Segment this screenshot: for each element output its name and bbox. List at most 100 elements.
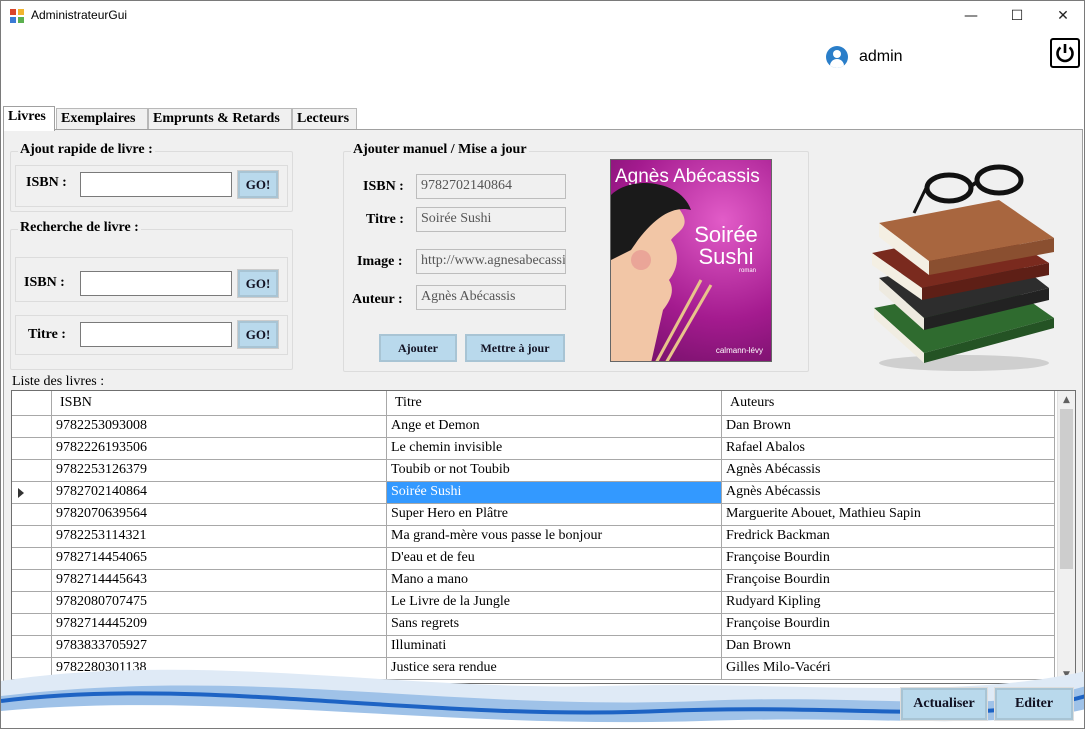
isbn-cell[interactable]: 9782714454065 — [52, 548, 387, 570]
quick-add-isbn-input[interactable] — [80, 172, 232, 197]
table-row[interactable]: 9782253114321 Ma grand-mère vous passe le… — [12, 526, 1055, 548]
window-title: AdministrateurGui — [31, 8, 128, 22]
search-group: Recherche de livre : ISBN : GO! Titre : … — [10, 220, 293, 370]
auteurs-cell[interactable]: Rudyard Kipling — [722, 592, 1055, 614]
search-isbn-go-button[interactable]: GO! — [237, 269, 279, 298]
titre-cell[interactable]: D'eau et de feu — [387, 548, 722, 570]
manual-image-field[interactable]: http://www.agnesabecassis — [416, 249, 566, 274]
search-title: Recherche de livre : — [18, 220, 141, 236]
auteurs-cell[interactable]: Rafael Abalos — [722, 438, 1055, 460]
titre-cell[interactable]: Mano a mano — [387, 570, 722, 592]
row-header-cell[interactable] — [12, 438, 52, 460]
quick-add-isbn-label: ISBN : — [26, 175, 67, 190]
refresh-button[interactable]: Actualiser — [900, 687, 988, 721]
row-header-cell[interactable] — [12, 482, 52, 504]
manual-titre-label: Titre : — [366, 212, 404, 227]
isbn-cell[interactable]: 9782253093008 — [52, 416, 387, 438]
tab-lecteurs[interactable]: Lecteurs — [292, 108, 357, 130]
row-header-cell[interactable] — [12, 548, 52, 570]
manual-title: Ajouter manuel / Mise a jour — [351, 142, 529, 158]
minimize-button[interactable]: — — [948, 1, 994, 31]
manual-auteur-field[interactable]: Agnès Abécassis — [416, 285, 566, 310]
search-isbn-row: ISBN : GO! — [15, 257, 288, 302]
manual-titre-field[interactable]: Soirée Sushi — [416, 207, 566, 232]
row-header-cell[interactable] — [12, 416, 52, 438]
quick-add-go-button[interactable]: GO! — [237, 170, 279, 199]
isbn-cell[interactable]: 9782070639564 — [52, 504, 387, 526]
titre-cell[interactable]: Ange et Demon — [387, 416, 722, 438]
auteurs-cell[interactable]: Marguerite Abouet, Mathieu Sapin — [722, 504, 1055, 526]
row-header-cell[interactable] — [12, 570, 52, 592]
table-row[interactable]: 9782714445209 Sans regrets Françoise Bourd… — [12, 614, 1055, 636]
auteurs-cell[interactable]: Agnès Abécassis — [722, 460, 1055, 482]
manual-image-label: Image : — [357, 254, 403, 269]
auteurs-cell[interactable]: Agnès Abécassis — [722, 482, 1055, 504]
update-book-button[interactable]: Mettre à jour — [465, 334, 565, 362]
close-button[interactable]: ✕ — [1040, 1, 1084, 31]
auteurs-cell[interactable]: Françoise Bourdin — [722, 548, 1055, 570]
manual-isbn-field[interactable]: 9782702140864 — [416, 174, 566, 199]
auteurs-cell[interactable]: Fredrick Backman — [722, 526, 1055, 548]
table-row[interactable]: 9782714454065 D'eau et de feu Françoise Bo… — [12, 548, 1055, 570]
power-button[interactable] — [1050, 38, 1080, 68]
isbn-cell[interactable]: 9782714445209 — [52, 614, 387, 636]
isbn-cell[interactable]: 9782253114321 — [52, 526, 387, 548]
table-row[interactable]: 9782253093008 Ange et Demon Dan Brown — [12, 416, 1055, 438]
search-title-input[interactable] — [80, 322, 232, 347]
quick-add-title: Ajout rapide de livre : — [18, 142, 155, 158]
search-title-go-button[interactable]: GO! — [237, 320, 279, 349]
search-isbn-input[interactable] — [80, 271, 232, 296]
row-header-cell[interactable] — [12, 460, 52, 482]
tab-emprunts-retards[interactable]: Emprunts & Retards — [148, 108, 292, 130]
grid-header-row: ISBN Titre Auteurs — [12, 391, 1055, 416]
titre-cell[interactable]: Le chemin invisible — [387, 438, 722, 460]
isbn-cell[interactable]: 9782080707475 — [52, 592, 387, 614]
add-book-button[interactable]: Ajouter — [379, 334, 457, 362]
power-icon — [1056, 44, 1074, 63]
row-header-cell[interactable] — [12, 504, 52, 526]
table-row[interactable]: 9782702140864 Soirée Sushi Agnès Abécassis — [12, 482, 1055, 504]
edit-button[interactable]: Editer — [994, 687, 1074, 721]
search-title-label: Titre : — [28, 327, 66, 342]
book-list-label: Liste des livres : — [12, 374, 105, 389]
titre-cell[interactable]: Soirée Sushi — [387, 482, 722, 504]
table-row[interactable]: 9782714445643 Mano a mano Françoise Bourdi… — [12, 570, 1055, 592]
book-cover-image: Agnès Abécassis Soirée Sushi roman calma… — [610, 159, 772, 362]
isbn-cell[interactable]: 9782226193506 — [52, 438, 387, 460]
titre-cell[interactable]: Super Hero en Plâtre — [387, 504, 722, 526]
maximize-button[interactable]: ☐ — [994, 1, 1040, 31]
column-header-auteurs[interactable]: Auteurs — [722, 391, 1055, 416]
isbn-cell[interactable]: 9782702140864 — [52, 482, 387, 504]
row-header-cell[interactable] — [12, 614, 52, 636]
books-stack-icon — [872, 164, 1054, 371]
auteurs-cell[interactable]: Françoise Bourdin — [722, 570, 1055, 592]
titre-cell[interactable]: Ma grand-mère vous passe le bonjour — [387, 526, 722, 548]
search-isbn-label: ISBN : — [24, 275, 65, 290]
scroll-up-arrow-icon[interactable]: ▲ — [1058, 391, 1075, 408]
scroll-thumb[interactable] — [1060, 409, 1073, 569]
column-header-isbn[interactable]: ISBN — [52, 391, 387, 416]
table-row[interactable]: 9782253126379 Toubib or not Toubib Agnès A… — [12, 460, 1055, 482]
table-row[interactable]: 9782226193506 Le chemin invisible Rafael A… — [12, 438, 1055, 460]
search-title-row: Titre : GO! — [15, 315, 288, 355]
titre-cell[interactable]: Toubib or not Toubib — [387, 460, 722, 482]
column-header-titre[interactable]: Titre — [387, 391, 722, 416]
username-label: admin — [859, 48, 903, 65]
isbn-cell[interactable]: 9782714445643 — [52, 570, 387, 592]
table-row[interactable]: 9782080707475 Le Livre de la Jungle Rudyar… — [12, 592, 1055, 614]
title-bar[interactable]: AdministrateurGui — ☐ ✕ — [1, 1, 1084, 31]
cover-publisher-text: calmann-lévy — [715, 346, 763, 355]
quick-add-group: Ajout rapide de livre : ISBN : GO! — [10, 142, 293, 212]
titre-cell[interactable]: Le Livre de la Jungle — [387, 592, 722, 614]
tab-livres[interactable]: Livres — [3, 106, 55, 131]
row-header-cell[interactable] — [12, 526, 52, 548]
book-grid[interactable]: ISBN Titre Auteurs 9782253093008 Ange et … — [11, 390, 1076, 684]
isbn-cell[interactable]: 9782253126379 — [52, 460, 387, 482]
auteurs-cell[interactable]: Dan Brown — [722, 416, 1055, 438]
row-header-cell[interactable] — [12, 592, 52, 614]
titre-cell[interactable]: Sans regrets — [387, 614, 722, 636]
tab-exemplaires[interactable]: Exemplaires — [56, 108, 148, 130]
auteurs-cell[interactable]: Françoise Bourdin — [722, 614, 1055, 636]
grid-vertical-scrollbar[interactable]: ▲ ▼ — [1057, 391, 1075, 683]
table-row[interactable]: 9782070639564 Super Hero en Plâtre Marguer… — [12, 504, 1055, 526]
